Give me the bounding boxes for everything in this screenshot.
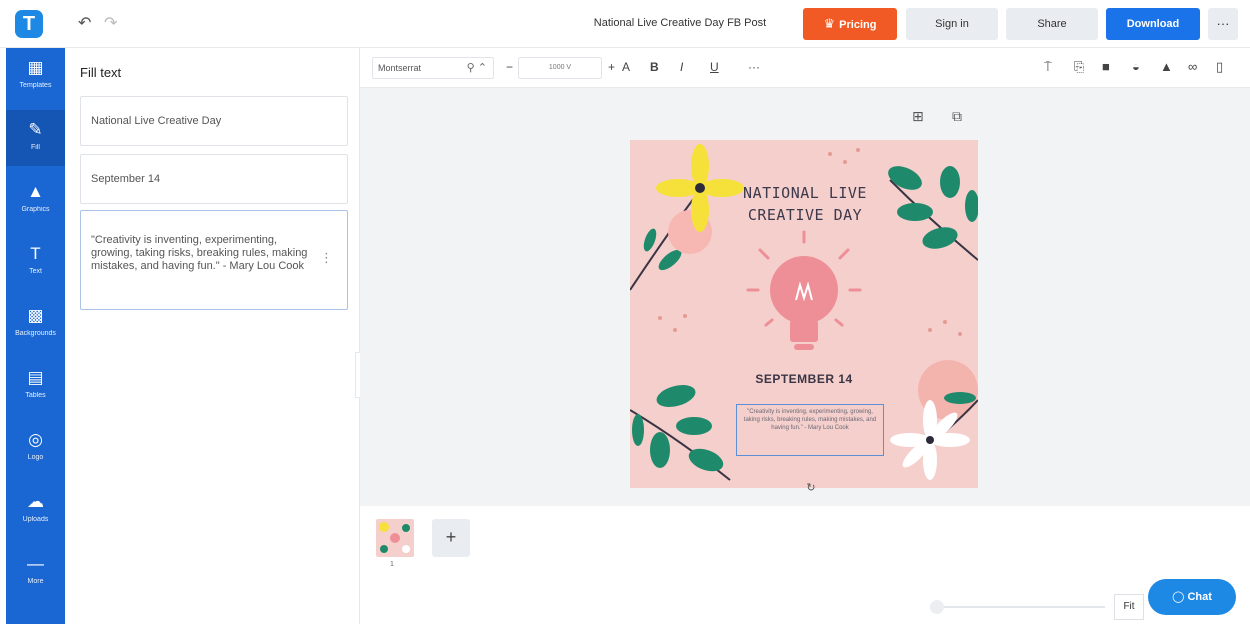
sidebar-item-backgrounds[interactable]: ▩ Backgrounds: [6, 296, 65, 352]
document-title[interactable]: National Live Creative Day FB Post: [560, 17, 800, 29]
add-page-button[interactable]: +: [432, 519, 470, 557]
font-family-select[interactable]: Montserrat ⚲ ⌃: [372, 57, 494, 79]
pricing-button[interactable]: ♛ Pricing: [803, 8, 897, 40]
duplicate-page-icon[interactable]: ⧉: [952, 108, 962, 125]
app-logo[interactable]: T: [15, 10, 43, 38]
comment-icon[interactable]: ■: [1102, 59, 1110, 74]
text-field-title[interactable]: National Live Creative Day: [80, 96, 348, 146]
panel-title: Fill text: [80, 65, 122, 80]
crown-icon: ♛: [823, 16, 836, 31]
resize-handle-icon[interactable]: ⋮: [320, 251, 333, 264]
table-icon: ▤: [27, 368, 44, 387]
chat-label: Chat: [1187, 591, 1212, 603]
download-button[interactable]: Download: [1106, 8, 1200, 40]
undo-icon[interactable]: ↶: [78, 13, 91, 33]
page-number: 1: [390, 561, 394, 568]
fit-button[interactable]: Fit: [1114, 594, 1144, 620]
sidebar-item-uploads[interactable]: ☁ Uploads: [6, 482, 65, 538]
sidebar-item-tables[interactable]: ▤ Tables: [6, 358, 65, 414]
rotate-icon[interactable]: ↻: [803, 481, 819, 497]
text-field-date[interactable]: September 14: [80, 154, 348, 204]
sidebar-item-text[interactable]: T Text: [6, 234, 65, 290]
more-text-options-icon[interactable]: ···: [748, 60, 760, 74]
sidebar-item-more[interactable]: — More: [6, 544, 65, 600]
sidebar-item-label: Uploads: [22, 516, 49, 523]
sign-in-button[interactable]: Sign in: [906, 8, 998, 40]
underline-icon[interactable]: U: [710, 60, 719, 74]
bold-icon[interactable]: B: [650, 60, 659, 74]
design-canvas[interactable]: NATIONAL LIVE CREATIVE DAY SEPTEMBER 14 …: [630, 140, 978, 488]
logo-icon: ◎: [28, 430, 43, 449]
sidebar-item-label: Tables: [25, 392, 46, 399]
paint-format-icon[interactable]: ⍑: [1044, 59, 1052, 75]
copy-style-icon[interactable]: ⎘: [1074, 59, 1084, 75]
sidebar-item-label: Logo: [27, 454, 44, 461]
share-button[interactable]: Share: [1006, 8, 1098, 40]
chat-icon: ◯: [1172, 591, 1188, 603]
more-options-button[interactable]: ···: [1208, 8, 1238, 40]
shapes-icon: ▲: [27, 182, 44, 201]
trash-icon[interactable]: ▯: [1216, 59, 1223, 75]
design-title-text[interactable]: NATIONAL LIVE CREATIVE DAY: [730, 182, 880, 226]
design-date-text[interactable]: SEPTEMBER 14: [704, 372, 904, 386]
link-icon[interactable]: ∞: [1188, 59, 1197, 74]
font-size-input[interactable]: 1000 V: [518, 57, 602, 79]
pencil-icon: ✎: [28, 120, 43, 139]
thumbnail-preview: [379, 522, 410, 553]
grid-icon: ▦: [27, 58, 44, 77]
text-toolbar: Montserrat ⚲ ⌃ − 1000 V + A B I U ··· ⍑ …: [360, 48, 1250, 88]
sidebar-item-logo[interactable]: ◎ Logo: [6, 420, 65, 476]
font-family-value: Montserrat: [378, 63, 422, 73]
sidebar-item-label: More: [27, 578, 44, 585]
layer-icon[interactable]: ◒: [1132, 59, 1140, 74]
search-icon: ⚲ ⌃: [466, 62, 487, 74]
font-size-decrease-icon[interactable]: −: [506, 60, 513, 74]
top-bar: T ↶ ↷ National Live Creative Day FB Post…: [0, 0, 1250, 48]
sidebar-item-label: Text: [29, 268, 42, 275]
zoom-slider[interactable]: [935, 606, 1105, 608]
text-field-quote[interactable]: "Creativity is inventing, experimenting,…: [80, 210, 348, 310]
fill-text-panel: Fill text National Live Creative Day Sep…: [65, 48, 360, 624]
sidebar-item-label: Backgrounds: [15, 330, 56, 337]
quote-text: "Creativity is inventing, experimenting,…: [91, 234, 308, 272]
font-size-increase-icon[interactable]: +: [608, 60, 615, 74]
design-quote-text[interactable]: "Creativity is inventing, experimenting,…: [736, 404, 884, 456]
left-sidebar: ▦ Templates ✎ Fill ▲ Graphics T Text ▩ B…: [6, 48, 65, 624]
lock-icon[interactable]: ▲: [1160, 59, 1173, 74]
cloud-upload-icon: ☁: [27, 492, 44, 511]
pages-strip: 1 + Fit: [360, 506, 1250, 624]
sidebar-item-label: Templates: [19, 82, 52, 89]
redo-icon[interactable]: ↷: [104, 13, 117, 33]
italic-icon[interactable]: I: [680, 60, 683, 74]
page-thumbnail[interactable]: [376, 519, 414, 557]
more-icon: —: [27, 554, 44, 573]
text-icon: T: [30, 244, 41, 263]
pricing-label: Pricing: [839, 19, 877, 31]
sidebar-item-label: Fill: [31, 144, 40, 151]
sidebar-item-label: Graphics: [21, 206, 50, 213]
sidebar-item-graphics[interactable]: ▲ Graphics: [6, 172, 65, 228]
background-icon: ▩: [27, 306, 44, 325]
canvas-area: ⊞ ⧉ NATIONAL LIVE CREATIVE DAY SEPTEMBER…: [360, 88, 1250, 506]
sidebar-item-fill[interactable]: ✎ Fill: [6, 110, 65, 166]
text-color-icon[interactable]: A: [622, 60, 630, 74]
add-element-icon[interactable]: ⊞: [912, 108, 924, 125]
chat-button[interactable]: ◯ Chat: [1148, 579, 1236, 615]
zoom-slider-handle[interactable]: [930, 600, 944, 614]
sidebar-item-templates[interactable]: ▦ Templates: [6, 48, 65, 104]
